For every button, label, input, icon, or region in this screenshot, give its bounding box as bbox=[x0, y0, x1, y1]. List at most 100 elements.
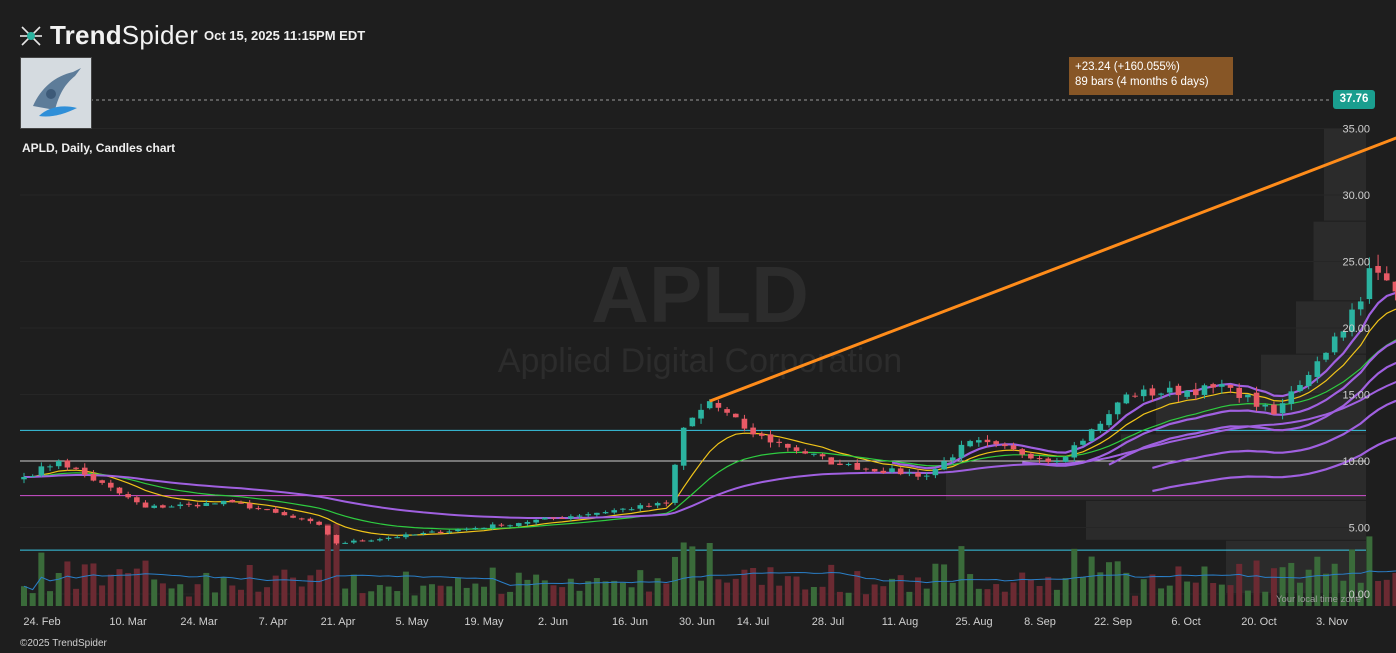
volume-bar bbox=[984, 589, 991, 606]
candle-body bbox=[628, 509, 635, 511]
volume-bar bbox=[802, 589, 809, 606]
volume-bar bbox=[871, 584, 878, 606]
volume-bar bbox=[559, 587, 566, 606]
candle-body bbox=[1071, 445, 1078, 458]
candle-body bbox=[550, 517, 557, 519]
candle-body bbox=[1002, 444, 1008, 447]
candle-body bbox=[1193, 389, 1199, 396]
volume-bar bbox=[828, 564, 835, 606]
candle-body bbox=[255, 508, 262, 510]
volume-bar bbox=[47, 591, 54, 606]
candle-body bbox=[993, 441, 999, 445]
candle-body bbox=[1201, 385, 1208, 395]
volume-bar bbox=[515, 572, 522, 606]
candle bbox=[680, 427, 687, 470]
candle-body bbox=[724, 409, 730, 413]
x-tick-label: 25. Aug bbox=[955, 616, 992, 628]
candle-body bbox=[1279, 403, 1286, 414]
candle bbox=[1088, 428, 1095, 442]
candle-body bbox=[1288, 391, 1295, 404]
chart-timestamp: Oct 15, 2025 11:15PM EDT bbox=[204, 28, 366, 43]
candle-body bbox=[1375, 265, 1381, 273]
candle-body bbox=[1210, 384, 1216, 388]
candle-body bbox=[680, 427, 687, 466]
candle-body bbox=[1036, 458, 1043, 460]
volume-bar bbox=[715, 579, 722, 606]
volume-bar bbox=[73, 588, 80, 606]
candle-body bbox=[889, 468, 895, 473]
candle-body bbox=[1175, 385, 1182, 396]
candle-body bbox=[984, 439, 991, 443]
candle-body bbox=[420, 532, 427, 535]
y-tick-label: 10.00 bbox=[1342, 456, 1370, 468]
candle-body bbox=[212, 503, 218, 505]
volume-bar bbox=[663, 583, 670, 606]
candle-body bbox=[1253, 392, 1260, 407]
candle-body bbox=[915, 472, 921, 477]
candle-body bbox=[559, 517, 565, 519]
volume-bar bbox=[1192, 582, 1199, 606]
volume-bar bbox=[507, 591, 514, 606]
volume-bar bbox=[689, 546, 696, 606]
candle-body bbox=[108, 482, 114, 488]
volume-bar bbox=[1132, 595, 1139, 606]
trend-change-annotation[interactable]: +23.24 (+160.055%) 89 bars (4 months 6 d… bbox=[1069, 57, 1233, 95]
candle-body bbox=[90, 473, 97, 481]
candle-body bbox=[264, 509, 270, 511]
candle-body bbox=[837, 463, 843, 465]
candle-body bbox=[1106, 414, 1112, 426]
candle-body bbox=[377, 539, 383, 541]
x-tick-label: 22. Sep bbox=[1094, 616, 1132, 628]
volume-bar bbox=[264, 587, 271, 606]
volume-bar bbox=[489, 567, 496, 606]
candle bbox=[411, 534, 418, 536]
candle-body bbox=[385, 537, 392, 539]
chart-description: APLD, Daily, Candles chart bbox=[22, 141, 176, 155]
candle-body bbox=[1262, 404, 1269, 407]
volume-bar bbox=[897, 575, 904, 606]
price-chart[interactable]: APLD Applied Digital Corporation 0.005.0… bbox=[0, 0, 1396, 653]
volume-bar bbox=[819, 586, 826, 606]
candle-body bbox=[246, 503, 253, 509]
brand: TrendSpider bbox=[18, 20, 198, 51]
candle-body bbox=[1392, 281, 1396, 292]
candle-body bbox=[776, 441, 782, 443]
candle-body bbox=[802, 451, 808, 454]
volume-bar bbox=[298, 586, 305, 606]
candle-body bbox=[298, 518, 305, 520]
x-tick-label: 30. Jun bbox=[679, 616, 715, 628]
volume-bar bbox=[64, 561, 71, 606]
watermark-name: Applied Digital Corporation bbox=[498, 342, 902, 380]
volume-bar bbox=[619, 582, 626, 606]
volume-bar bbox=[906, 591, 913, 606]
candle-body bbox=[689, 417, 696, 427]
trendspider-logo-icon bbox=[20, 25, 42, 46]
annotation-change: +23.24 (+160.055%) bbox=[1075, 61, 1180, 73]
candle-body bbox=[542, 517, 548, 520]
volume-bar bbox=[880, 586, 887, 606]
volume-bar bbox=[923, 588, 930, 606]
candle-body bbox=[602, 512, 609, 514]
volume-bar bbox=[524, 579, 531, 606]
volume-bar bbox=[168, 588, 175, 606]
volume-bar bbox=[1244, 590, 1251, 606]
volume-bar bbox=[576, 590, 583, 606]
candle-body bbox=[1219, 384, 1225, 387]
candle-body bbox=[186, 503, 192, 505]
volume-bar bbox=[238, 589, 244, 606]
x-tick-label: 19. May bbox=[464, 616, 504, 628]
x-tick-label: 28. Jul bbox=[812, 616, 844, 628]
candle-body bbox=[524, 522, 531, 524]
candle-body bbox=[168, 506, 175, 508]
candle-body bbox=[568, 516, 574, 519]
volume-bar bbox=[21, 586, 27, 606]
candle bbox=[828, 457, 835, 465]
candle-body bbox=[637, 505, 644, 509]
volume-bar bbox=[698, 580, 705, 606]
candle-body bbox=[290, 515, 296, 518]
candle-body bbox=[29, 475, 36, 477]
volume-bar bbox=[836, 591, 843, 606]
volume-bar bbox=[420, 585, 427, 606]
candle-body bbox=[1323, 352, 1329, 360]
candle-body bbox=[1149, 388, 1156, 396]
